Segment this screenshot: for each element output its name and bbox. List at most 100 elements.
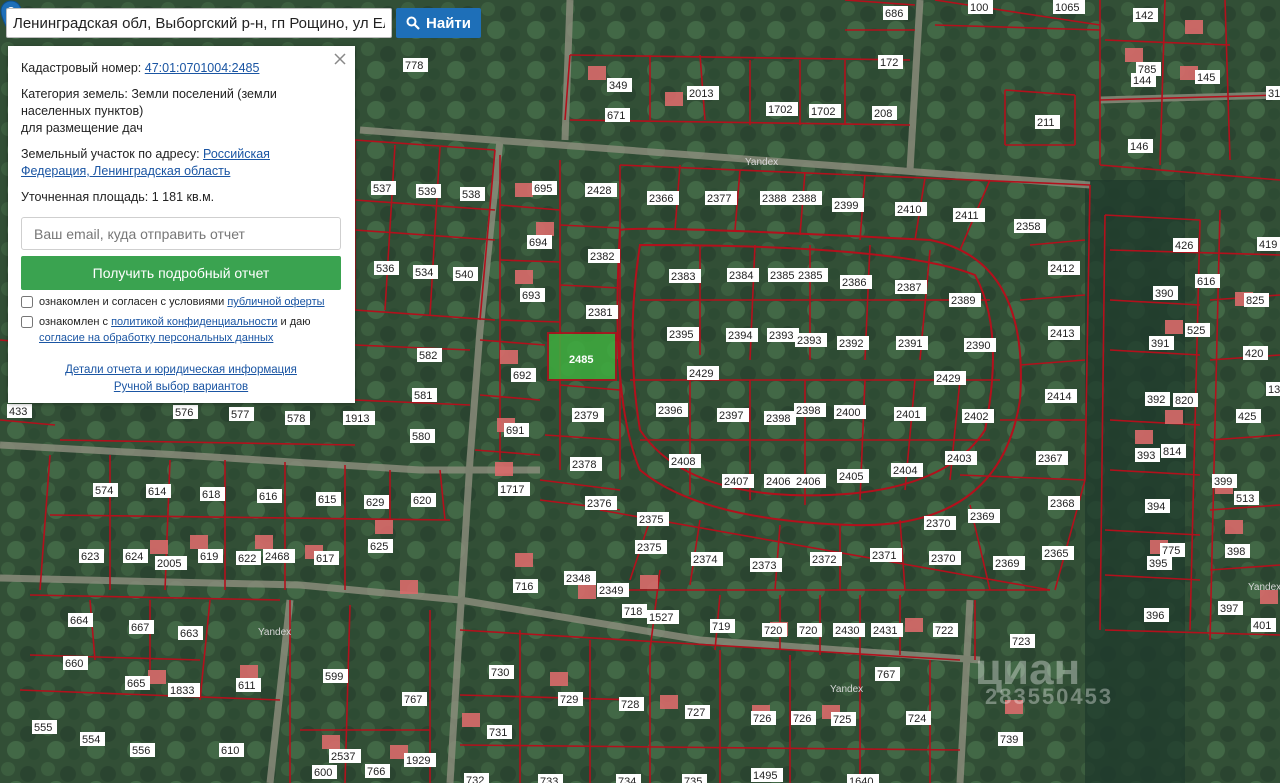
parcel-number-label[interactable]: 2385: [796, 268, 828, 282]
manual-choice-link[interactable]: Ручной выбор вариантов: [114, 381, 248, 393]
parcel-number-label[interactable]: 2412: [1048, 261, 1080, 275]
parcel-number-label[interactable]: 2385: [768, 268, 800, 282]
parcel-number-label[interactable]: 513: [1234, 491, 1259, 505]
parcel-number-label[interactable]: 775: [1160, 543, 1185, 557]
parcel-number-label[interactable]: 425: [1236, 409, 1261, 423]
parcel-number-label[interactable]: 2388: [790, 191, 822, 205]
report-details-link[interactable]: Детали отчета и юридическая информация: [65, 364, 297, 376]
parcel-number-label[interactable]: 2537: [329, 749, 361, 763]
parcel-number-label[interactable]: 2401: [894, 407, 926, 421]
parcel-number-label[interactable]: 720: [762, 623, 787, 637]
parcel-number-label[interactable]: 623: [79, 549, 104, 563]
parcel-number-label[interactable]: 665: [125, 676, 150, 690]
parcel-number-label[interactable]: 620: [411, 493, 436, 507]
parcel-number-label[interactable]: 2430: [833, 623, 865, 637]
parcel-number-label[interactable]: 2388: [760, 191, 792, 205]
email-field[interactable]: [21, 217, 341, 250]
parcel-number-label[interactable]: 2403: [945, 451, 977, 465]
parcel-number-label[interactable]: 600: [312, 765, 337, 779]
parcel-number-label[interactable]: 691: [504, 423, 529, 437]
parcel-number-label[interactable]: 734: [616, 774, 641, 783]
parcel-number-label[interactable]: 686: [883, 6, 908, 20]
parcel-number-label[interactable]: 2377: [705, 191, 737, 205]
personal-data-link[interactable]: согласие на обработку персональных данны…: [39, 332, 273, 344]
parcel-number-label[interactable]: 146: [1128, 139, 1153, 153]
parcel-number-label[interactable]: 693: [520, 288, 545, 302]
parcel-number-label[interactable]: 694: [527, 235, 552, 249]
parcel-number-label[interactable]: 1702: [809, 104, 841, 118]
parcel-number-label[interactable]: 394: [1145, 499, 1170, 513]
parcel-number-label[interactable]: 2383: [669, 269, 701, 283]
parcel-number-label[interactable]: 2410: [895, 202, 927, 216]
parcel-number-label[interactable]: 2370: [924, 516, 956, 530]
parcel-number-label[interactable]: 616: [1195, 274, 1220, 288]
parcel-number-label[interactable]: 397: [1218, 601, 1243, 615]
parcel-number-label[interactable]: 420: [1243, 346, 1268, 360]
parcel-number-label[interactable]: 536: [374, 261, 399, 275]
parcel-number-label[interactable]: 2413: [1048, 326, 1080, 340]
parcel-number-label[interactable]: 539: [416, 184, 441, 198]
parcel-number-label[interactable]: 617: [314, 551, 339, 565]
parcel-number-label[interactable]: 395: [1147, 556, 1172, 570]
parcel-number-label[interactable]: 172: [878, 55, 903, 69]
parcel-number-label[interactable]: 144: [1131, 73, 1156, 87]
parcel-number-label[interactable]: 2374: [691, 552, 723, 566]
parcel-number-label[interactable]: 2381: [586, 305, 618, 319]
parcel-number-label[interactable]: 766: [365, 764, 390, 778]
parcel-number-label[interactable]: 619: [198, 549, 223, 563]
parcel-number-label[interactable]: 730: [489, 665, 514, 679]
parcel-number-label[interactable]: 2406: [794, 474, 826, 488]
parcel-number-label[interactable]: 581: [412, 388, 437, 402]
offer-checkbox[interactable]: [21, 296, 33, 308]
parcel-number-label[interactable]: 2369: [993, 556, 1025, 570]
parcel-number-label[interactable]: 433: [7, 404, 32, 418]
parcel-number-label[interactable]: 398: [1225, 544, 1250, 558]
parcel-number-label[interactable]: 733: [538, 774, 563, 783]
parcel-number-label[interactable]: 667: [129, 620, 154, 634]
parcel-number-label[interactable]: 727: [685, 705, 710, 719]
parcel-number-label[interactable]: 2393: [795, 333, 827, 347]
parcel-number-label[interactable]: 426: [1173, 238, 1198, 252]
parcel-number-label[interactable]: 767: [875, 667, 900, 681]
parcel-number-label[interactable]: 2429: [934, 371, 966, 385]
parcel-number-label[interactable]: 1717: [498, 482, 530, 496]
parcel-number-label[interactable]: 2390: [964, 338, 996, 352]
parcel-number-label[interactable]: 2373: [750, 558, 782, 572]
parcel-number-label[interactable]: 556: [130, 743, 155, 757]
parcel-number-label[interactable]: 716: [513, 579, 538, 593]
parcel-number-label[interactable]: 735: [682, 774, 707, 783]
parcel-number-label[interactable]: 525: [1185, 323, 1210, 337]
parcel-number-label[interactable]: 578: [285, 411, 310, 425]
parcel-number-label[interactable]: 664: [68, 613, 93, 627]
parcel-number-label[interactable]: 100: [968, 0, 993, 14]
parcel-number-label[interactable]: 534: [413, 265, 438, 279]
parcel-number-label[interactable]: 1913: [343, 411, 375, 425]
parcel-number-label[interactable]: 576: [173, 405, 198, 419]
parcel-number-label[interactable]: 2379: [572, 408, 604, 422]
parcel-number-label[interactable]: 574: [93, 483, 118, 497]
parcel-number-label[interactable]: 739: [998, 732, 1023, 746]
parcel-number-label[interactable]: 2428: [585, 183, 617, 197]
parcel-number-label[interactable]: 319: [1266, 86, 1280, 100]
parcel-number-label[interactable]: 2414: [1045, 389, 1077, 403]
parcel-number-label[interactable]: 2366: [647, 191, 679, 205]
parcel-number-label[interactable]: 142: [1133, 8, 1158, 22]
parcel-number-label[interactable]: 2398: [764, 411, 796, 425]
parcel-number-label[interactable]: 1527: [647, 610, 679, 624]
parcel-number-label[interactable]: 778: [403, 58, 428, 72]
parcel-number-label[interactable]: 390: [1153, 286, 1178, 300]
parcel-number-label[interactable]: 2399: [832, 198, 864, 212]
parcel-number-label[interactable]: 2372: [810, 552, 842, 566]
parcel-number-label[interactable]: 722: [933, 623, 958, 637]
parcel-number-label[interactable]: 2389: [949, 293, 981, 307]
parcel-number-label[interactable]: 554: [80, 732, 105, 746]
address-search-input[interactable]: [6, 8, 392, 38]
parcel-number-label[interactable]: 1929: [404, 753, 436, 767]
parcel-number-label[interactable]: 2407: [722, 474, 754, 488]
search-button[interactable]: Найти: [396, 8, 481, 38]
parcel-number-label[interactable]: 2392: [837, 336, 869, 350]
parcel-number-label[interactable]: 2386: [840, 275, 872, 289]
parcel-number-label[interactable]: 2411: [953, 208, 985, 222]
parcel-number-label[interactable]: 2395: [667, 327, 699, 341]
close-icon[interactable]: [333, 52, 347, 66]
